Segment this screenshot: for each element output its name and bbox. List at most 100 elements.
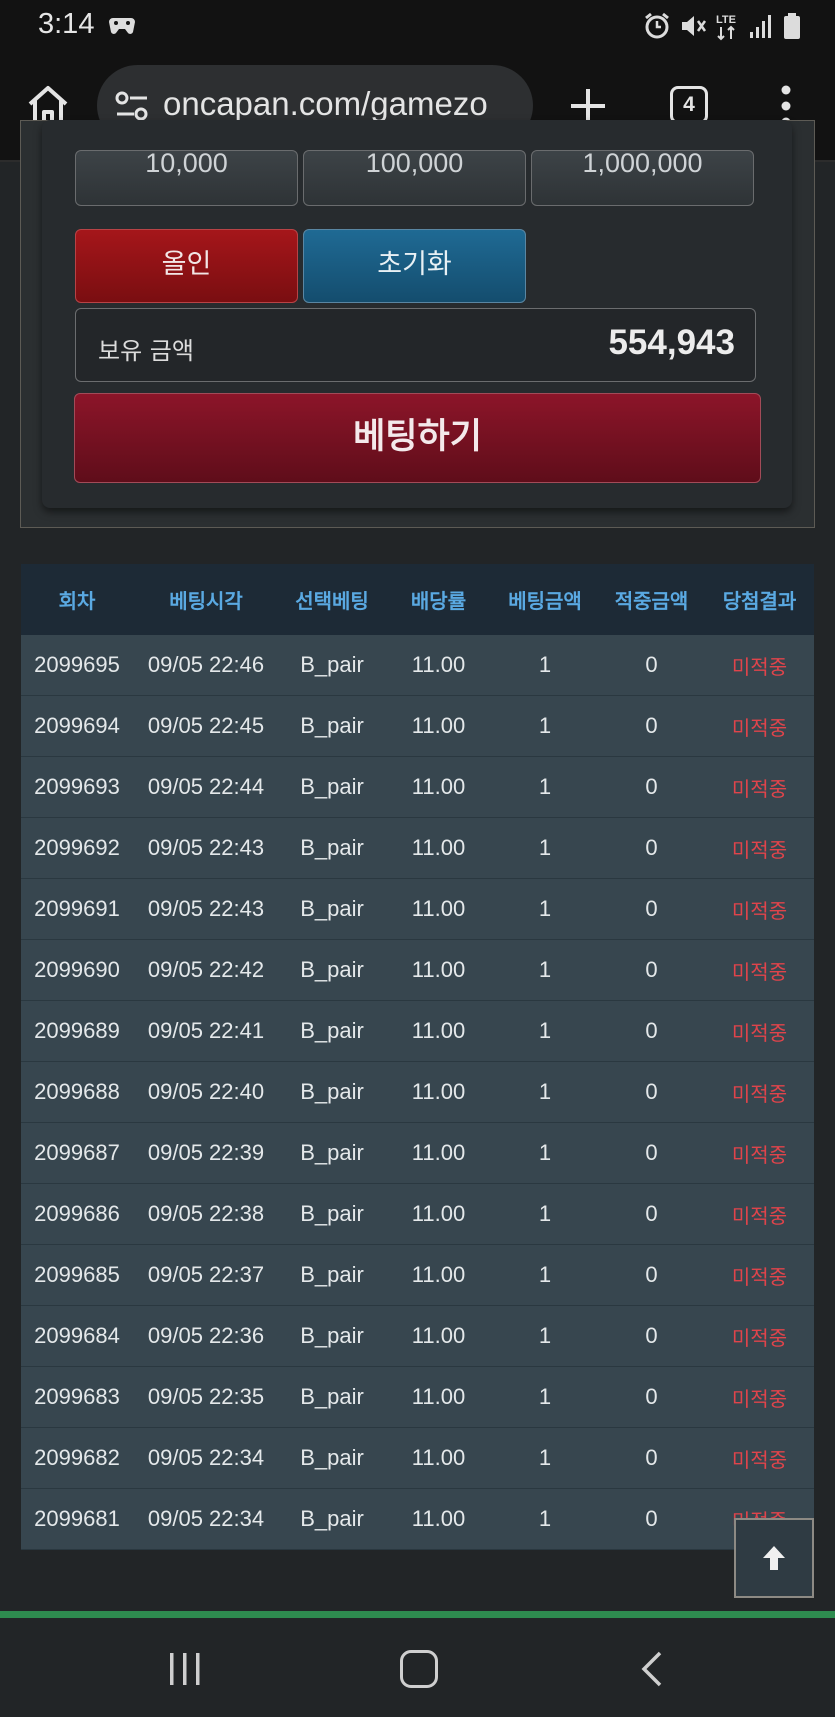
- alarm-icon: [645, 12, 669, 39]
- cell-odds: 11.00: [411, 896, 466, 921]
- status-icons: LTE: [643, 10, 801, 42]
- table-header: 회차 베팅시각 선택베팅 배당률 베팅금액 적중금액 당첨결과: [21, 564, 814, 635]
- tab-count-button[interactable]: 4: [670, 86, 708, 124]
- cell-odds: 11.00: [411, 1201, 466, 1226]
- cell-round: 2099686: [34, 1201, 120, 1226]
- cell-odds: 11.00: [411, 1506, 466, 1531]
- chip-label: 100,000: [365, 150, 464, 178]
- cell-win-amount: 0: [645, 1201, 658, 1226]
- cell-odds: 11.00: [411, 652, 466, 677]
- status-bar: 3:14 LTE: [0, 0, 835, 52]
- table-row: 2099691 09/05 22:43 B_pair 11.00 1 0 미적중: [21, 879, 814, 940]
- cell-round: 2099695: [34, 652, 120, 677]
- cell-round: 2099684: [34, 1323, 120, 1348]
- cell-selection: B_pair: [300, 1323, 364, 1348]
- cell-result: 미적중: [731, 1264, 788, 1289]
- cell-bet-time: 09/05 22:44: [147, 774, 265, 799]
- table-row: 2099689 09/05 22:41 B_pair 11.00 1 0 미적중: [21, 1001, 814, 1062]
- cell-selection: B_pair: [300, 1140, 364, 1165]
- cell-bet-amount: 1: [538, 1018, 552, 1043]
- cell-odds: 11.00: [411, 1445, 466, 1470]
- table-row: 2099683 09/05 22:35 B_pair 11.00 1 0 미적중: [21, 1367, 814, 1428]
- status-time: 3:14: [38, 8, 95, 40]
- cell-win-amount: 0: [645, 957, 658, 982]
- table-row: 2099687 09/05 22:39 B_pair 11.00 1 0 미적중: [21, 1123, 814, 1184]
- chip-label: 1,000,000: [582, 150, 703, 178]
- cell-odds: 11.00: [411, 1384, 466, 1409]
- cell-win-amount: 0: [645, 1445, 658, 1470]
- cell-selection: B_pair: [300, 774, 364, 799]
- cell-win-amount: 0: [645, 835, 658, 860]
- url-text[interactable]: oncapan.com/gamezo: [163, 85, 488, 123]
- table-row: 2099690 09/05 22:42 B_pair 11.00 1 0 미적중: [21, 940, 814, 1001]
- reset-button[interactable]: 초기화: [303, 229, 526, 303]
- header-odds: 배당률: [410, 589, 467, 613]
- cell-result: 미적중: [731, 1325, 788, 1350]
- cell-bet-amount: 1: [538, 1201, 552, 1226]
- cell-bet-amount: 1: [538, 1323, 552, 1348]
- cell-bet-amount: 1: [538, 1506, 552, 1531]
- cell-selection: B_pair: [300, 1262, 364, 1287]
- cell-win-amount: 0: [645, 896, 658, 921]
- cell-bet-time: 09/05 22:34: [147, 1506, 265, 1531]
- cell-round: 2099688: [34, 1079, 120, 1104]
- table-row: 2099686 09/05 22:38 B_pair 11.00 1 0 미적중: [21, 1184, 814, 1245]
- cell-round: 2099687: [34, 1140, 120, 1165]
- chip-1000000-button[interactable]: 1,000,000: [531, 150, 754, 206]
- lte-label: LTE: [716, 14, 736, 26]
- table-body: 2099695 09/05 22:46 B_pair 11.00 1 0 미적중 209969…: [21, 635, 814, 1550]
- bet-history-table: 회차 베팅시각 선택베팅 배당률 베팅금액 적중금액 당첨결과 2099695 0…: [21, 564, 814, 1550]
- cell-round: 2099693: [34, 774, 120, 799]
- cell-selection: B_pair: [300, 1018, 364, 1043]
- header-bet-time: 베팅시각: [169, 589, 243, 613]
- balance-label: 보유 금액: [98, 337, 194, 365]
- signal-icon: [750, 15, 771, 38]
- table-row: 2099685 09/05 22:37 B_pair 11.00 1 0 미적중: [21, 1245, 814, 1306]
- cell-round: 2099694: [34, 713, 120, 738]
- allin-button[interactable]: 올인: [75, 229, 298, 303]
- cell-result: 미적중: [731, 1142, 788, 1167]
- cell-odds: 11.00: [411, 1079, 466, 1104]
- place-bet-button[interactable]: 베팅하기: [74, 393, 761, 483]
- cell-bet-time: 09/05 22:37: [147, 1262, 265, 1287]
- page-footer-line: [0, 1611, 835, 1618]
- cell-bet-amount: 1: [538, 652, 552, 677]
- cell-selection: B_pair: [300, 652, 364, 677]
- cell-bet-time: 09/05 22:45: [147, 713, 265, 738]
- cell-bet-amount: 1: [538, 1384, 552, 1409]
- cell-win-amount: 0: [645, 1079, 658, 1104]
- header-round: 회차: [58, 589, 96, 613]
- recent-apps-icon[interactable]: [168, 1653, 202, 1685]
- chip-10000-button[interactable]: 10,000: [75, 150, 298, 206]
- cell-win-amount: 0: [645, 1323, 658, 1348]
- cell-win-amount: 0: [645, 1384, 658, 1409]
- cell-selection: B_pair: [300, 713, 364, 738]
- cell-bet-amount: 1: [538, 1445, 552, 1470]
- table-row: 2099692 09/05 22:43 B_pair 11.00 1 0 미적중: [21, 818, 814, 879]
- cell-round: 2099682: [34, 1445, 120, 1470]
- scroll-top-button[interactable]: [734, 1518, 814, 1598]
- table-row: 2099684 09/05 22:36 B_pair 11.00 1 0 미적중: [21, 1306, 814, 1367]
- back-icon[interactable]: [640, 1650, 664, 1688]
- cell-selection: B_pair: [300, 1384, 364, 1409]
- cell-bet-time: 09/05 22:43: [147, 896, 265, 921]
- cell-result: 미적중: [731, 959, 788, 984]
- cell-bet-time: 09/05 22:39: [147, 1140, 265, 1165]
- cell-bet-time: 09/05 22:36: [147, 1323, 265, 1348]
- cell-bet-amount: 1: [538, 1262, 552, 1287]
- mute-icon: [682, 16, 707, 36]
- table-row: 209968109/05 22:34B_pair11.0010미적중: [21, 1489, 814, 1550]
- home-nav-icon[interactable]: [400, 1650, 438, 1688]
- chip-100000-button[interactable]: 100,000: [303, 150, 526, 206]
- cell-odds: 11.00: [411, 1323, 466, 1348]
- site-settings-icon[interactable]: [115, 90, 149, 122]
- header-selection: 선택베팅: [295, 589, 369, 613]
- cell-odds: 11.00: [411, 957, 466, 982]
- cell-odds: 11.00: [411, 713, 466, 738]
- cell-bet-time: 09/05 22:38: [147, 1201, 265, 1226]
- cell-bet-amount: 1: [538, 957, 552, 982]
- cell-win-amount: 0: [645, 652, 658, 677]
- cell-bet-amount: 1: [538, 1140, 552, 1165]
- cell-result: 미적중: [731, 1386, 788, 1411]
- cell-bet-time: 09/05 22:41: [147, 1018, 265, 1043]
